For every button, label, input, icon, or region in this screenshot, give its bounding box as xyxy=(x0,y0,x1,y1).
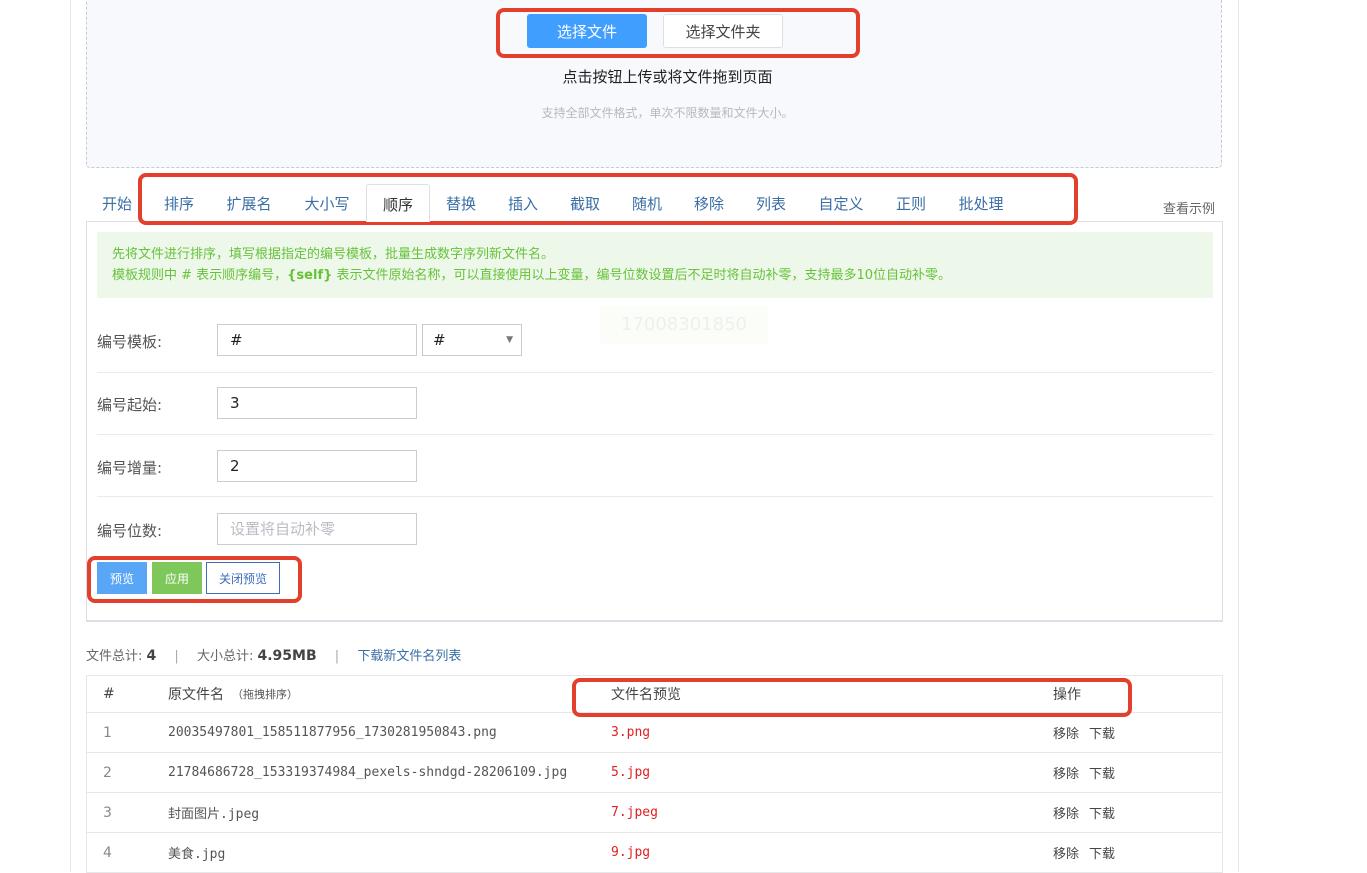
file-stats: 文件总计: 4 | 大小总计: 4.95MB | 下载新文件名列表 xyxy=(86,645,461,664)
table-row[interactable]: 4 美食.jpg 9.jpg 移除 下载 xyxy=(87,833,1222,873)
template-label: 编号模板: xyxy=(97,333,163,351)
see-example-link[interactable]: 查看示例 xyxy=(1163,198,1215,217)
chevron-down-icon: ▼ xyxy=(506,335,513,345)
table-header: # 原文件名 （拖拽排序） 文件名预览 操作 xyxy=(87,676,1222,713)
tab-extension[interactable]: 扩展名 xyxy=(216,184,282,222)
row-original-name: 20035497801_158511877956_1730281950843.p… xyxy=(168,725,497,740)
start-input[interactable]: 3 xyxy=(217,387,417,419)
tab-batch[interactable]: 批处理 xyxy=(948,184,1014,222)
file-size-label: 大小总计: xyxy=(196,649,254,664)
template-row: 编号模板: # # ▼ xyxy=(97,310,1213,373)
row-original-name: 21784686728_153319374984_pexels-shndgd-2… xyxy=(168,765,568,780)
preview-button[interactable]: 预览 xyxy=(97,562,147,594)
template-input[interactable]: # xyxy=(217,324,417,356)
row-original-name: 美食.jpg xyxy=(168,847,226,862)
digits-input[interactable]: 设置将自动补零 xyxy=(217,513,417,545)
row-preview-name: 9.jpg xyxy=(611,845,651,860)
row-index: 4 xyxy=(103,844,112,861)
tab-case[interactable]: 大小写 xyxy=(294,184,360,222)
remove-link[interactable]: 移除 xyxy=(1053,803,1079,822)
header-index: # xyxy=(103,686,115,702)
row-index: 2 xyxy=(103,764,112,781)
header-preview: 文件名预览 xyxy=(611,687,681,703)
header-actions: 操作 xyxy=(1053,687,1081,703)
notice-line-1: 先将文件进行排序，填写根据指定的编号模板，批量生成数字序列新文件名。 xyxy=(112,247,555,262)
table-row[interactable]: 2 21784686728_153319374984_pexels-shndgd… xyxy=(87,753,1222,793)
table-row[interactable]: 1 20035497801_158511877956_1730281950843… xyxy=(87,713,1222,753)
tab-random[interactable]: 随机 xyxy=(616,184,678,222)
file-table: # 原文件名 （拖拽排序） 文件名预览 操作 1 20035497801_1585… xyxy=(86,675,1223,873)
self-variable: {self} xyxy=(287,268,333,283)
notice-line-2: 模板规则中 # 表示顺序编号，{self} 表示文件原始名称，可以直接使用以上变… xyxy=(112,268,952,283)
upload-hint: 点击按钮上传或将文件拖到页面 xyxy=(562,68,773,86)
remove-link[interactable]: 移除 xyxy=(1053,843,1079,862)
digits-label: 编号位数: xyxy=(97,522,163,540)
header-original: 原文件名 （拖拽排序） xyxy=(168,687,298,703)
tab-regex[interactable]: 正则 xyxy=(880,184,942,222)
row-index: 1 xyxy=(103,724,112,741)
header-original-note: （拖拽排序） xyxy=(232,688,298,701)
row-preview-name: 7.jpeg xyxy=(611,805,658,820)
instructions-notice: 先将文件进行排序，填写根据指定的编号模板，批量生成数字序列新文件名。 模板规则中… xyxy=(97,232,1213,298)
download-link[interactable]: 下载 xyxy=(1089,803,1115,822)
tab-replace[interactable]: 替换 xyxy=(430,184,492,222)
tab-list[interactable]: 列表 xyxy=(740,184,802,222)
row-actions: 移除 下载 xyxy=(1053,753,1125,792)
row-actions: 移除 下载 xyxy=(1053,713,1125,752)
tab-insert[interactable]: 插入 xyxy=(492,184,554,222)
select-file-button[interactable]: 选择文件 xyxy=(527,14,647,48)
close-preview-button[interactable]: 关闭预览 xyxy=(206,562,280,594)
apply-button[interactable]: 应用 xyxy=(152,562,202,594)
tab-remove[interactable]: 移除 xyxy=(678,184,740,222)
download-list-link[interactable]: 下载新文件名列表 xyxy=(357,645,461,664)
page-border-left xyxy=(70,0,71,872)
tab-sequence[interactable]: 顺序 xyxy=(366,184,430,222)
row-actions: 移除 下载 xyxy=(1053,793,1125,832)
upload-sub-hint: 支持全部文件格式，单次不限数量和文件大小。 xyxy=(541,106,794,120)
step-input[interactable]: 2 xyxy=(217,450,417,482)
file-size: 4.95MB xyxy=(257,648,317,664)
tab-extract[interactable]: 截取 xyxy=(554,184,616,222)
start-row: 编号起始: 3 xyxy=(97,372,1213,435)
download-link[interactable]: 下载 xyxy=(1089,843,1115,862)
row-original-name: 封面图片.jpeg xyxy=(168,807,260,822)
step-row: 编号增量: 2 xyxy=(97,434,1213,497)
row-index: 3 xyxy=(103,804,112,821)
remove-link[interactable]: 移除 xyxy=(1053,763,1079,782)
row-preview-name: 3.png xyxy=(611,725,651,740)
download-link[interactable]: 下载 xyxy=(1089,723,1115,742)
row-actions: 移除 下载 xyxy=(1053,833,1125,872)
select-folder-button[interactable]: 选择文件夹 xyxy=(663,14,783,48)
table-row[interactable]: 3 封面图片.jpeg 7.jpeg 移除 下载 xyxy=(87,793,1222,833)
file-count: 4 xyxy=(146,648,157,664)
start-label: 编号起始: xyxy=(97,396,163,414)
tab-start[interactable]: 开始 xyxy=(86,184,148,222)
remove-link[interactable]: 移除 xyxy=(1053,723,1079,742)
download-link[interactable]: 下载 xyxy=(1089,763,1115,782)
row-preview-name: 5.jpg xyxy=(611,765,651,780)
page-border-right xyxy=(1238,0,1239,872)
template-variable-select[interactable]: # ▼ xyxy=(422,324,522,356)
file-count-label: 文件总计: xyxy=(86,649,143,664)
tab-custom[interactable]: 自定义 xyxy=(806,184,876,222)
step-label: 编号增量: xyxy=(97,459,163,477)
tab-sort[interactable]: 排序 xyxy=(148,184,210,222)
digits-row: 编号位数: 设置将自动补零 xyxy=(97,497,1213,559)
